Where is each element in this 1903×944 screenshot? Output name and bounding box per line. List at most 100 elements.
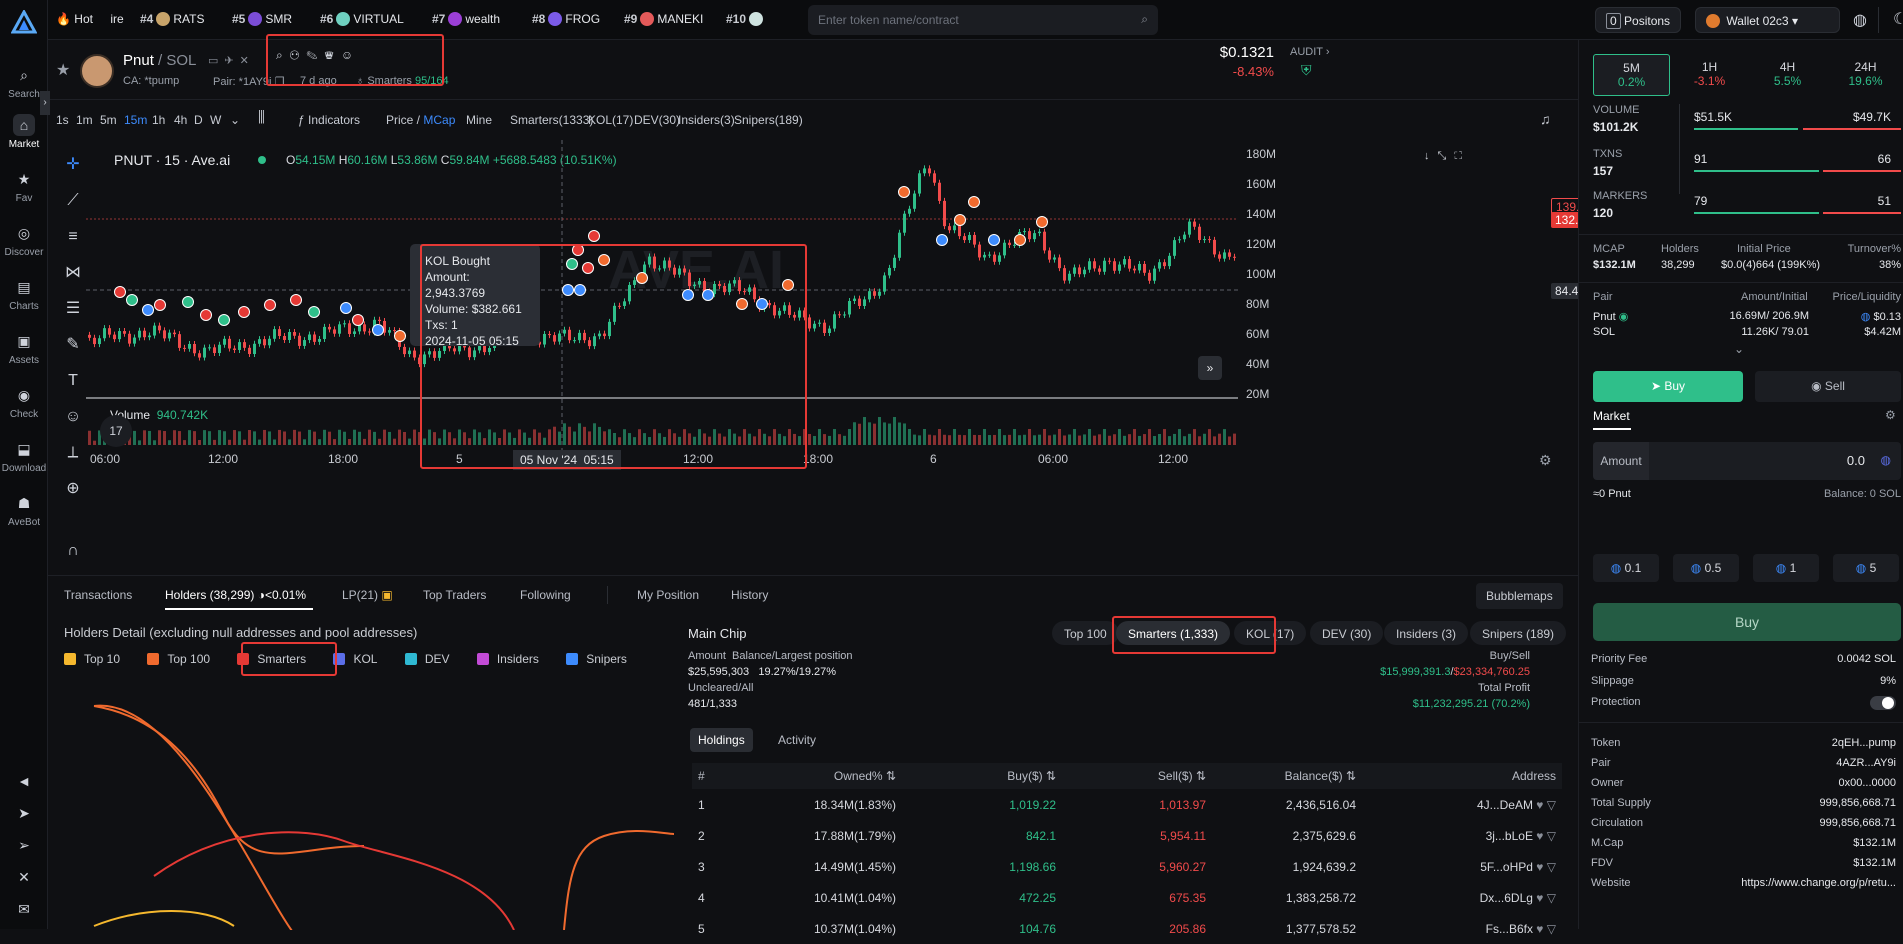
buy-tab[interactable]: ➤ Buy	[1593, 371, 1743, 402]
tf-5m[interactable]: 5m	[100, 113, 117, 127]
trade-marker[interactable]	[142, 304, 154, 316]
tf-1h[interactable]: 1h	[152, 113, 165, 127]
candle-type-icon[interactable]: ⫼	[258, 109, 265, 126]
trade-marker[interactable]	[218, 314, 230, 326]
tf-d[interactable]: D	[194, 113, 203, 127]
x-icon[interactable]: ✕	[0, 866, 48, 891]
trade-marker[interactable]	[372, 324, 384, 336]
period-4h[interactable]: 4H 5.5%	[1749, 54, 1826, 96]
col-sell[interactable]: Sell($) ⇅	[1062, 763, 1212, 789]
trade-marker[interactable]	[936, 234, 948, 246]
chevron-down-icon[interactable]: ⌄	[230, 113, 240, 127]
hot-item[interactable]: #8 FROG	[532, 12, 600, 26]
globe-icon[interactable]: ◍	[1853, 10, 1867, 30]
expand-panel-icon[interactable]: ›	[40, 91, 50, 115]
table-row[interactable]: 3 14.49M(1.45%) 1,198.66 5,960.27 1,924,639.…	[692, 851, 1562, 882]
legend-snipers[interactable]: Snipers	[566, 652, 627, 666]
segment-insiders[interactable]: Insiders (3)	[1384, 621, 1469, 645]
chevron-down-icon[interactable]: ⌄	[1734, 342, 1744, 356]
trade-marker[interactable]	[290, 294, 302, 306]
legend-dev[interactable]: DEV	[404, 652, 450, 666]
trade-marker[interactable]	[264, 299, 276, 311]
tf-w[interactable]: W	[210, 113, 221, 127]
cell-address[interactable]: Dx...6DLg	[1480, 891, 1533, 905]
trade-marker[interactable]	[352, 314, 364, 326]
info-value[interactable]: 999,856,668.71	[1820, 797, 1896, 809]
quick-amount-1[interactable]: ◍ 1	[1753, 554, 1819, 582]
wallet-button[interactable]: Wallet 02c3 ▾	[1695, 7, 1840, 33]
sidebar-item-avebot[interactable]: ☗ AveBot	[0, 492, 48, 528]
sidebar-item-discover[interactable]: ◎ Discover	[0, 222, 48, 258]
tf-1m[interactable]: 1m	[76, 113, 93, 127]
sidebar-item-fav[interactable]: ★ Fav	[0, 168, 48, 204]
legend-insiders[interactable]: Insiders	[476, 652, 539, 666]
heart-icon[interactable]: ♥	[1536, 860, 1543, 874]
telegram-bot-icon[interactable]: ➢	[0, 834, 48, 859]
hot-item[interactable]: #6 VIRTUAL	[320, 12, 404, 26]
trade-marker[interactable]	[588, 230, 600, 242]
tab-transactions[interactable]: Transactions	[64, 588, 132, 602]
priority-fee-row[interactable]: Priority Fee 0.0042 SOL	[1591, 653, 1896, 665]
tab-top-traders[interactable]: Top Traders	[423, 588, 486, 602]
trade-marker[interactable]	[238, 306, 250, 318]
period-1h[interactable]: 1H -3.1%	[1671, 54, 1748, 96]
price-mcap-toggle[interactable]: Price / MCap	[386, 113, 455, 127]
tf-15m[interactable]: 15m	[124, 113, 147, 127]
col-balance[interactable]: Balance($) ⇅	[1212, 763, 1362, 789]
period-5m[interactable]: 5M 0.2%	[1593, 54, 1670, 96]
trade-marker[interactable]	[308, 306, 320, 318]
table-row[interactable]: 2 17.88M(1.79%) 842.1 5,954.11 2,375,629.6 3j…	[692, 820, 1562, 851]
smarters-toggle[interactable]: Smarters(1333)	[510, 113, 593, 127]
filter-icon[interactable]: ▽	[1547, 860, 1556, 874]
trade-marker[interactable]	[988, 234, 1000, 246]
info-value[interactable]: 4AZR...AY9i	[1836, 757, 1896, 769]
positions-button[interactable]: 0 Positons	[1595, 7, 1682, 33]
mine-toggle[interactable]: Mine	[466, 113, 492, 127]
settings-icon[interactable]: ⚙	[1885, 408, 1896, 422]
tf-4h[interactable]: 4h	[174, 113, 187, 127]
sidebar-item-charts[interactable]: ▤ Charts	[0, 276, 48, 312]
col-owned[interactable]: Owned% ⇅	[732, 763, 902, 789]
table-row[interactable]: 1 18.34M(1.83%) 1,019.22 1,013.97 2,436,516.…	[692, 789, 1562, 820]
audit-button[interactable]: AUDIT ›	[1290, 46, 1330, 58]
subtab-holdings[interactable]: Holdings	[690, 728, 753, 752]
col-buy[interactable]: Buy($) ⇅	[902, 763, 1062, 789]
hot-item[interactable]: #7 wealth	[432, 12, 500, 26]
quick-amount-0-1[interactable]: ◍ 0.1	[1593, 554, 1659, 582]
trade-marker[interactable]	[898, 186, 910, 198]
filter-icon[interactable]: ▽	[1547, 798, 1556, 812]
bubblemaps-button[interactable]: Bubblemaps	[1476, 583, 1563, 609]
indicators-button[interactable]: ƒ Indicators	[298, 113, 360, 127]
order-type-market[interactable]: Market	[1593, 409, 1630, 423]
hot-item[interactable]: #4 RATS	[140, 12, 204, 26]
price-chart[interactable]: ✛ ⟋ ≡ ⋈ ☰ ✎ T ☺ ⟂ ⊕ ∩ PNUT · 15 · Ave.ai…	[48, 140, 1608, 570]
trade-marker[interactable]	[126, 294, 138, 306]
cell-address[interactable]: 3j...bLoE	[1486, 829, 1533, 843]
snipers-toggle[interactable]: Snipers(189)	[734, 113, 803, 127]
sidebar-item-market[interactable]: ⌂ Market	[0, 114, 48, 150]
sidebar-item-download[interactable]: ⬓ Download	[0, 438, 48, 474]
telegram-icon[interactable]: ➤	[0, 802, 48, 827]
filter-icon[interactable]: ▽	[1547, 829, 1556, 843]
tab-holders[interactable]: Holders (38,299) ◑<0.01%	[165, 588, 306, 602]
sidebar-item-check[interactable]: ◉ Check	[0, 384, 48, 420]
tab-history[interactable]: History	[731, 588, 768, 602]
trade-marker[interactable]	[1014, 234, 1026, 246]
sidebar-item-assets[interactable]: ▣ Assets	[0, 330, 48, 366]
heart-icon[interactable]: ♥	[1536, 798, 1543, 812]
segment-top100[interactable]: Top 100	[1052, 621, 1119, 645]
legend-kol[interactable]: KOL	[333, 652, 377, 666]
trade-marker[interactable]	[200, 309, 212, 321]
trade-marker[interactable]	[154, 299, 166, 311]
heart-icon[interactable]: ♥	[1536, 891, 1543, 905]
trade-marker[interactable]	[394, 330, 406, 342]
trade-marker[interactable]	[340, 302, 352, 314]
search-input[interactable]: Enter token name/contract ⌕	[808, 5, 1158, 35]
legend-top100[interactable]: Top 100	[147, 652, 210, 666]
trade-marker[interactable]	[968, 196, 980, 208]
info-value[interactable]: 999,856,668.71	[1820, 817, 1896, 829]
hot-list[interactable]: 🔥 Hot ire	[56, 12, 124, 26]
quick-amount-0-5[interactable]: ◍ 0.5	[1673, 554, 1739, 582]
period-24h[interactable]: 24H 19.6%	[1827, 54, 1903, 96]
subtab-activity[interactable]: Activity	[778, 733, 816, 747]
